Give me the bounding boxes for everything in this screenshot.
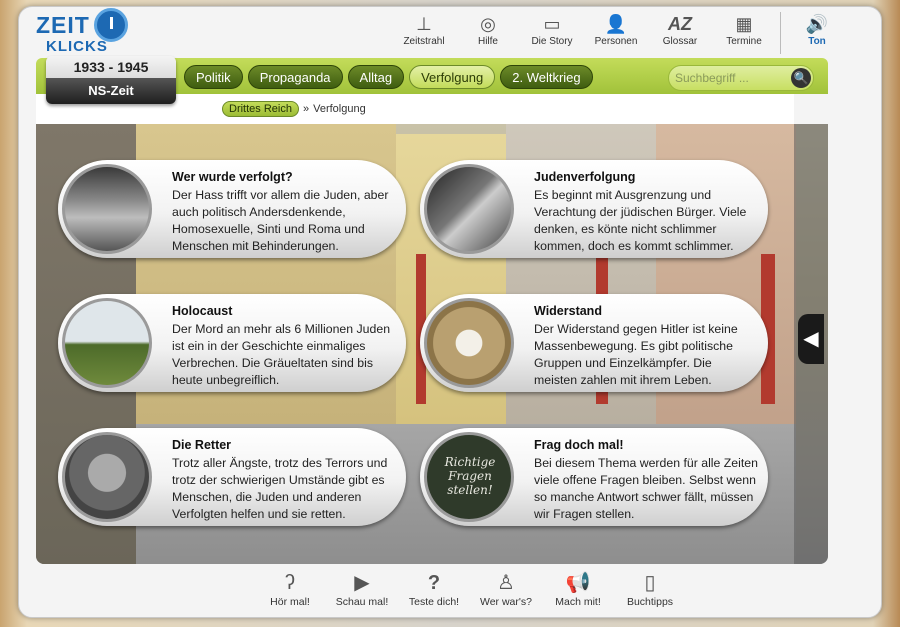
play-video-icon: ▶: [354, 572, 370, 594]
breadcrumb-current: Verfolgung: [313, 103, 366, 115]
bottom-label: Hör mal!: [270, 596, 310, 608]
nav-termine[interactable]: ▦ Termine: [712, 12, 776, 54]
quiz-icon: ?: [427, 572, 441, 594]
card-title: Die Retter: [172, 438, 232, 452]
thumbnail-photo: [62, 298, 152, 388]
thumbnail-chalkboard: Richtige Fragen stellen!: [424, 432, 514, 522]
bottom-schau-mal[interactable]: ▶ Schau mal!: [326, 570, 398, 608]
nav-label: Hilfe: [477, 36, 498, 47]
topic-card-judenverfolgung[interactable]: Judenverfolgung Es beginnt mit Ausgrenzu…: [420, 160, 768, 258]
logo-text-zeit: ZEIT: [36, 12, 90, 38]
bottom-buchtipps[interactable]: ▯ Buchtipps: [614, 570, 686, 608]
card-title: Frag doch mal!: [534, 438, 624, 452]
nav-label: Die Story: [531, 36, 573, 47]
bottom-wer-wars[interactable]: ♙ Wer war's?: [470, 570, 542, 608]
nav-personen[interactable]: 👤 Personen: [584, 12, 648, 54]
card-title: Widerstand: [534, 304, 602, 318]
topic-card-die-retter[interactable]: Die Retter Trotz aller Ängste, trotz des…: [58, 428, 406, 526]
bottom-label: Wer war's?: [480, 596, 532, 608]
bottom-label: Teste dich!: [408, 596, 460, 608]
ear-icon: ʔ: [285, 572, 295, 594]
content-stage: ◀ Wer wurde verfolgt? Der Hass trifft vo…: [36, 124, 828, 564]
thumbnail-photo: [62, 432, 152, 522]
chevron-left-icon[interactable]: ◀: [798, 314, 824, 364]
speaker-icon: 🔊: [805, 14, 829, 34]
nav-label: Termine: [726, 36, 762, 47]
tab-alltag[interactable]: Alltag: [347, 65, 405, 89]
glossary-icon: AZ: [668, 14, 692, 34]
megaphone-icon: 📢: [565, 572, 591, 594]
search-box: 🔍: [668, 65, 814, 91]
nav-zeitstrahl[interactable]: ⊥ Zeitstrahl: [392, 12, 456, 54]
topic-card-widerstand[interactable]: Widerstand Der Widerstand gegen Hitler i…: [420, 294, 768, 392]
search-icon[interactable]: 🔍: [791, 68, 811, 88]
card-text: Bei diesem Thema werden für alle Zeiten …: [534, 456, 758, 521]
thumbnail-photo: [424, 164, 514, 254]
thumbnail-photo: [62, 164, 152, 254]
top-navigation: ⊥ Zeitstrahl ◎ Hilfe ▭ Die Story 👤 Perso…: [392, 12, 849, 54]
chalkboard-text: Richtige Fragen stellen!: [444, 455, 496, 497]
card-text: Trotz aller Ängste, trotz des Terrors un…: [172, 456, 388, 521]
calendar-icon: ▦: [735, 14, 753, 34]
bottom-label: Mach mit!: [555, 596, 601, 608]
topic-card-holocaust[interactable]: Holocaust Der Mord an mehr als 6 Million…: [58, 294, 406, 392]
bottom-mach-mit[interactable]: 📢 Mach mit!: [542, 570, 614, 608]
bottom-navigation: ʔ Hör mal! ▶ Schau mal! ? Teste dich! ♙ …: [254, 570, 686, 608]
card-text: Der Mord an mehr als 6 Millionen Juden i…: [172, 322, 391, 387]
card-text: Es beginnt mit Ausgrenzung und Verachtun…: [534, 188, 747, 253]
person-icon: 👤: [604, 14, 628, 34]
tab-verfolgung[interactable]: Verfolgung: [409, 65, 496, 89]
breadcrumb: Drittes Reich » Verfolgung: [222, 101, 366, 117]
nav-label: Glossar: [662, 36, 698, 47]
nav-die-story[interactable]: ▭ Die Story: [520, 12, 584, 54]
card-text: Der Widerstand gegen Hitler ist keine Ma…: [534, 322, 738, 387]
breadcrumb-separator: »: [302, 103, 310, 115]
bottom-teste-dich[interactable]: ? Teste dich!: [398, 570, 470, 608]
nav-hilfe[interactable]: ◎ Hilfe: [456, 12, 520, 54]
era-badge[interactable]: 1933 - 1945 NS-Zeit: [46, 56, 176, 104]
zeitklicks-logo[interactable]: ZEIT KLICKS: [36, 8, 128, 58]
topic-card-frag-doch-mal[interactable]: Richtige Fragen stellen! Frag doch mal! …: [420, 428, 768, 526]
bottom-hoer-mal[interactable]: ʔ Hör mal!: [254, 570, 326, 608]
bottom-label: Buchtipps: [626, 596, 674, 608]
logo-clock-icon: [94, 8, 128, 42]
thumbnail-photo: [424, 298, 514, 388]
card-title: Judenverfolgung: [534, 170, 636, 184]
category-tabs: Politik Propaganda Alltag Verfolgung 2. …: [184, 65, 598, 89]
card-title: Holocaust: [172, 304, 233, 318]
era-years: 1933 - 1945: [46, 56, 176, 78]
timeline-icon: ⊥: [416, 14, 432, 34]
nav-divider: [780, 12, 781, 54]
card-title: Wer wurde verfolgt?: [172, 170, 293, 184]
help-ring-icon: ◎: [480, 14, 496, 34]
nav-glossar[interactable]: AZ Glossar: [648, 12, 712, 54]
person-outline-icon: ♙: [497, 572, 515, 594]
story-icon: ▭: [543, 14, 561, 34]
nav-label: Zeitstrahl: [403, 36, 445, 47]
nav-label: Personen: [594, 36, 638, 47]
breadcrumb-root[interactable]: Drittes Reich: [222, 101, 299, 117]
tab-propaganda[interactable]: Propaganda: [247, 65, 343, 89]
topic-card-wer-wurde-verfolgt[interactable]: Wer wurde verfolgt? Der Hass trifft vor …: [58, 160, 406, 258]
search-input[interactable]: [675, 69, 785, 87]
nav-label: Ton: [808, 36, 826, 47]
card-text: Der Hass trifft vor allem die Juden, abe…: [172, 188, 389, 253]
book-icon: ▯: [644, 572, 656, 594]
tab-politik[interactable]: Politik: [184, 65, 243, 89]
nav-ton[interactable]: 🔊 Ton: [785, 12, 849, 54]
tab-weltkrieg[interactable]: 2. Weltkrieg: [500, 65, 593, 89]
logo-text-klicks: KLICKS: [46, 38, 108, 55]
era-name: NS-Zeit: [46, 78, 176, 104]
bottom-label: Schau mal!: [335, 596, 389, 608]
